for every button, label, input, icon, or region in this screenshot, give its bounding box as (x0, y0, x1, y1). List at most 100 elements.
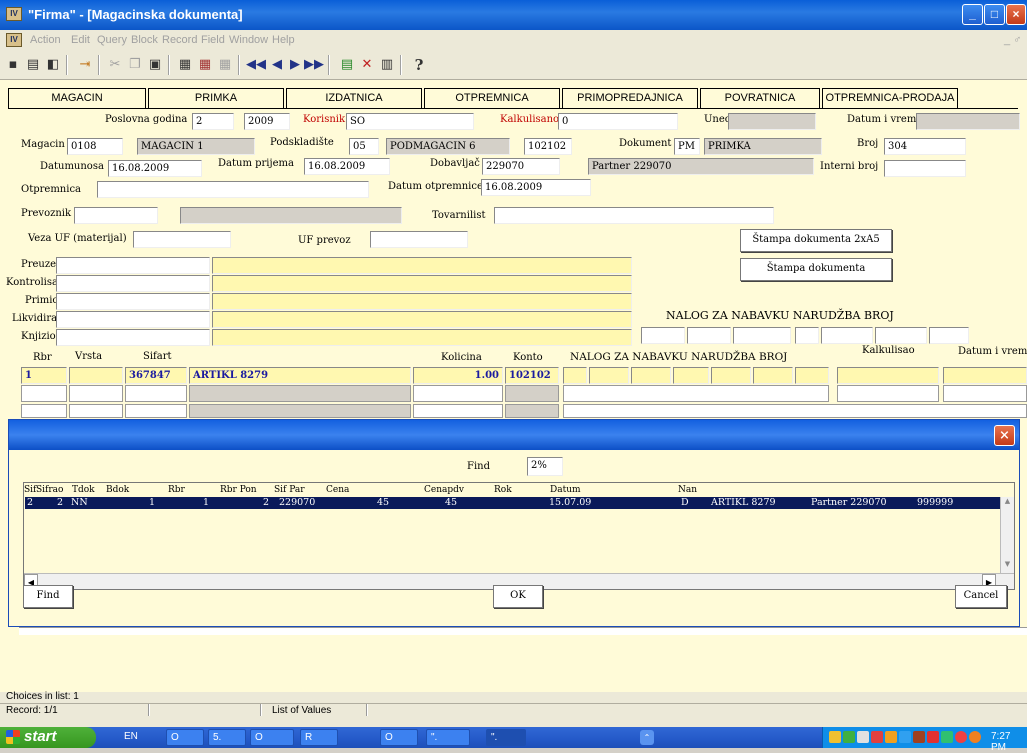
grid-cell[interactable] (505, 404, 559, 418)
row1-nalog-4[interactable] (673, 367, 709, 384)
first-record-icon[interactable]: ◀◀ (246, 56, 266, 74)
grid-cell[interactable] (189, 404, 411, 418)
scroll-down-icon[interactable]: ▼ (1001, 560, 1014, 573)
add-row-icon[interactable]: ▤ (338, 56, 356, 74)
datum-prijema-field[interactable]: 16.08.2009 (304, 158, 390, 175)
menu-record[interactable]: Record (162, 34, 197, 46)
copy-icon[interactable]: ❐ (126, 56, 144, 74)
tovarnilist-field[interactable] (494, 207, 774, 224)
menu-block[interactable]: Block (131, 34, 158, 46)
lov-list[interactable]: Sif Sifrao Tdok Bdok Rbr Rbr Pon Sif Par… (23, 482, 1015, 590)
dialog-close-button[interactable]: × (994, 425, 1015, 446)
row1-kalkulisao[interactable] (837, 367, 939, 384)
app-icon[interactable]: IV (6, 7, 22, 21)
find-input[interactable]: 2% (527, 457, 563, 476)
row1-nalog-1[interactable] (563, 367, 587, 384)
language-indicator[interactable]: EN (124, 731, 138, 742)
mdi-controls[interactable]: _ ♂ (1004, 34, 1021, 46)
row1-vrsta[interactable] (69, 367, 123, 384)
interni-broj-field[interactable] (884, 160, 966, 177)
grid-cell[interactable] (125, 404, 187, 418)
lov-vscrollbar[interactable]: ▲ ▼ (1000, 497, 1014, 573)
tray-icon[interactable] (941, 731, 953, 743)
row1-nalog-6[interactable] (753, 367, 793, 384)
datum-vreme-field[interactable] (916, 113, 1020, 130)
datum-otpremnice-field[interactable]: 16.08.2009 (481, 179, 591, 196)
dobavljac-field[interactable]: 229070 (482, 158, 560, 175)
clock[interactable]: 7:27 PM (991, 731, 1027, 753)
grid-cell[interactable] (69, 385, 123, 402)
close-button[interactable]: × (1006, 4, 1026, 25)
row1-datum-vreme[interactable] (943, 367, 1027, 384)
grid-cell[interactable] (563, 385, 829, 402)
cut-icon[interactable]: ✂ (106, 56, 124, 74)
scroll-up-icon[interactable]: ▲ (1001, 497, 1014, 510)
insert-record-icon[interactable]: ▦ (196, 56, 214, 74)
row1-naziv[interactable]: ARTIKL 8279 (189, 367, 411, 384)
grid-cell[interactable] (21, 385, 67, 402)
taskbar-item-2[interactable]: 5. (208, 729, 246, 746)
tray-icon[interactable] (955, 731, 967, 743)
taskbar-item-5[interactable]: O (380, 729, 418, 746)
taskbar-item-1[interactable]: O (166, 729, 204, 746)
likvidirao-name-field[interactable] (212, 311, 632, 328)
tab-primopredajnica[interactable]: PRIMOPREDAJNICA (562, 88, 698, 108)
print-preview-icon[interactable]: ◧ (44, 56, 62, 74)
menu-window[interactable]: Window (229, 34, 268, 46)
tab-otpremnica[interactable]: OTPREMNICA (424, 88, 560, 108)
uneo-field[interactable] (728, 113, 816, 130)
nalog-field-4[interactable] (795, 327, 819, 344)
otpremnica-field[interactable] (97, 181, 369, 198)
grid-cell[interactable] (21, 404, 67, 418)
row1-rbr[interactable]: 1 (21, 367, 67, 384)
nalog-field-1[interactable] (641, 327, 685, 344)
taskbar-item-3[interactable]: O (250, 729, 294, 746)
previous-record-icon[interactable]: ◀ (268, 56, 286, 74)
nalog-field-5[interactable] (821, 327, 873, 344)
prevoznik-field[interactable] (74, 207, 158, 224)
dialog-title-bar[interactable]: × (9, 420, 1019, 450)
poslovna-godina-field[interactable]: 2 (192, 113, 234, 130)
nalog-field-3[interactable] (733, 327, 791, 344)
grid-cell[interactable] (413, 404, 503, 418)
grid-cell[interactable] (189, 385, 411, 402)
menu-field[interactable]: Field (201, 34, 225, 46)
knjizio-field[interactable] (56, 329, 210, 346)
menu-edit[interactable]: Edit (71, 34, 90, 46)
taskbar-item-4[interactable]: R (300, 729, 338, 746)
datumunosa-field[interactable]: 16.08.2009 (108, 160, 202, 177)
tray-icon[interactable] (885, 731, 897, 743)
start-button[interactable]: start (0, 727, 96, 748)
show-hidden-icon[interactable]: ⌃ (640, 730, 654, 745)
row1-kolicina[interactable]: 1.00 (413, 367, 503, 384)
primio-name-field[interactable] (212, 293, 632, 310)
kalkulisano-field[interactable]: 0 (558, 113, 678, 130)
podskladiste-field[interactable]: 05 (349, 138, 379, 155)
row1-nalog-5[interactable] (711, 367, 751, 384)
knjizio-name-field[interactable] (212, 329, 632, 346)
clear-icon[interactable]: ▦ (216, 56, 234, 74)
help-icon[interactable]: ? (410, 56, 428, 74)
nalog-field-6[interactable] (875, 327, 927, 344)
row1-nalog-7[interactable] (795, 367, 829, 384)
print-icon[interactable]: ▤ (24, 56, 42, 74)
likvidirao-field[interactable] (56, 311, 210, 328)
row1-nalog-2[interactable] (589, 367, 629, 384)
maximize-button[interactable]: □ (984, 4, 1005, 25)
lov-row-selected[interactable]: 2 2 NN 1 1 2 229070 45 45 15.07.09 D ART… (25, 497, 1000, 509)
row1-konto[interactable]: 102102 (505, 367, 559, 384)
menu-help[interactable]: Help (272, 34, 295, 46)
preuzeo-name-field[interactable] (212, 257, 632, 274)
tray-icon[interactable] (871, 731, 883, 743)
tab-otpremnica-prodaja[interactable]: OTPREMNICA-PRODAJA (822, 88, 958, 108)
grid-cell[interactable] (413, 385, 503, 402)
kontrolisao-name-field[interactable] (212, 275, 632, 292)
cancel-button[interactable]: Cancel (955, 585, 1007, 608)
title-bar[interactable]: IV "Firma" - [Magacinska dokumenta] _ □ … (0, 0, 1027, 30)
duplicate-icon[interactable]: ▦ (176, 56, 194, 74)
broj-field[interactable]: 304 (884, 138, 966, 155)
grid-cell[interactable] (837, 385, 939, 402)
nalog-field-2[interactable] (687, 327, 731, 344)
veza-uf-field[interactable] (133, 231, 231, 248)
tab-magacin[interactable]: MAGACIN (8, 88, 146, 108)
